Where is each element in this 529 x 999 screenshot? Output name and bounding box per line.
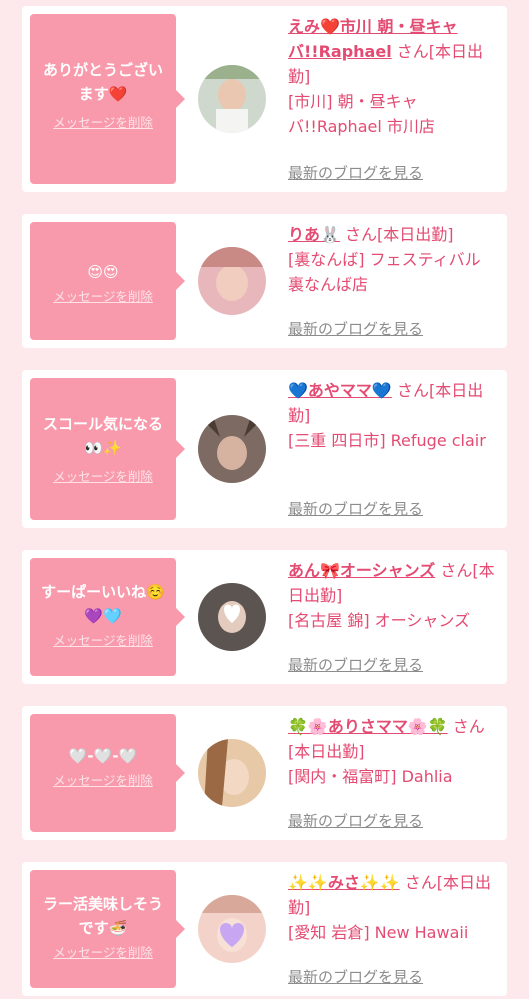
cast-title: 🍀🌸ありさママ🌸🍀 さん[本日出勤] [288, 714, 496, 764]
message-bubble: スコール気になる👀✨ メッセージを削除 [30, 378, 185, 520]
latest-blog-link[interactable]: 最新のブログを見る [288, 966, 423, 987]
message-card: ラー活美味しそうです🍜 メッセージを削除 ✨✨みさ✨✨ さん[本日出勤] [愛知… [22, 862, 507, 996]
delete-message-link[interactable]: メッセージを削除 [53, 112, 153, 131]
message-card: 😍😍 メッセージを削除 りあ🐰 さん[本日出勤] [裏なんば] フェスティバル … [22, 214, 507, 348]
cast-title: りあ🐰 さん[本日出勤] [288, 222, 496, 247]
cast-title: ✨✨みさ✨✨ さん[本日出勤] [288, 870, 496, 920]
cast-title: えみ❤️市川 朝・昼キャバ!!Raphael さん[本日出勤] [288, 14, 496, 89]
message-text: ラー活美味しそうです🍜 [42, 895, 163, 937]
avatar[interactable] [198, 739, 266, 807]
cast-name-link[interactable]: 💙あやママ💙 [288, 381, 392, 400]
delete-message-link[interactable]: メッセージを削除 [53, 942, 153, 961]
delete-message-link[interactable]: メッセージを削除 [53, 466, 153, 485]
latest-blog-link[interactable]: 最新のブログを見る [288, 810, 423, 831]
message-text: すーぱーいいね☺️💜🩵 [41, 583, 165, 625]
avatar[interactable] [198, 583, 266, 651]
cast-info: りあ🐰 さん[本日出勤] [裏なんば] フェスティバル 裏なんば店 [288, 222, 496, 297]
cast-status: さん[本日出勤] [345, 225, 454, 244]
shop-name: [愛知 岩倉] New Hawaii [288, 923, 469, 942]
avatar[interactable] [198, 895, 266, 963]
delete-message-link[interactable]: メッセージを削除 [53, 630, 153, 649]
message-card: スコール気になる👀✨ メッセージを削除 💙あやママ💙 さん[本日出勤] [三重 … [22, 370, 507, 528]
cast-title: 💙あやママ💙 さん[本日出勤] [288, 378, 496, 428]
delete-message-link[interactable]: メッセージを削除 [53, 770, 153, 789]
message-text: 🤍-🤍-🤍 [68, 747, 138, 765]
cast-info: 🍀🌸ありさママ🌸🍀 さん[本日出勤] [関内・福富町] Dahlia [288, 714, 496, 789]
shop-name: [裏なんば] フェスティバル 裏なんば店 [288, 250, 481, 294]
shop-name: [三重 四日市] Refuge clair [288, 431, 486, 450]
message-bubble: すーぱーいいね☺️💜🩵 メッセージを削除 [30, 558, 185, 676]
message-text: スコール気になる👀✨ [42, 415, 163, 457]
message-card: ありがとうございます❤️ メッセージを削除 えみ❤️市川 朝・昼キャバ!!Rap… [22, 6, 507, 192]
cast-info: ✨✨みさ✨✨ さん[本日出勤] [愛知 岩倉] New Hawaii [288, 870, 496, 945]
avatar[interactable] [198, 65, 266, 133]
shop-name: [名古屋 錦] オーシャンズ [288, 611, 471, 630]
shop-name: [市川] 朝・昼キャバ!!Raphael 市川店 [288, 92, 435, 136]
message-list: ありがとうございます❤️ メッセージを削除 えみ❤️市川 朝・昼キャバ!!Rap… [0, 0, 529, 999]
delete-message-link[interactable]: メッセージを削除 [53, 286, 153, 305]
cast-info: あん🎀オーシャンズ さん[本日出勤] [名古屋 錦] オーシャンズ [288, 558, 496, 633]
latest-blog-link[interactable]: 最新のブログを見る [288, 162, 423, 183]
avatar[interactable] [198, 415, 266, 483]
message-bubble: 🤍-🤍-🤍 メッセージを削除 [30, 714, 185, 832]
cast-title: あん🎀オーシャンズ さん[本日出勤] [288, 558, 496, 608]
latest-blog-link[interactable]: 最新のブログを見る [288, 498, 423, 519]
message-card: 🤍-🤍-🤍 メッセージを削除 🍀🌸ありさママ🌸🍀 さん[本日出勤] [関内・福富… [22, 706, 507, 840]
message-bubble: 😍😍 メッセージを削除 [30, 222, 185, 340]
message-text: ありがとうございます❤️ [42, 61, 163, 103]
message-card: すーぱーいいね☺️💜🩵 メッセージを削除 あん🎀オーシャンズ さん[本日出勤] … [22, 550, 507, 684]
latest-blog-link[interactable]: 最新のブログを見る [288, 318, 423, 339]
shop-name: [関内・福富町] Dahlia [288, 767, 453, 786]
message-text: 😍😍 [87, 263, 119, 281]
message-bubble: ラー活美味しそうです🍜 メッセージを削除 [30, 870, 185, 988]
message-bubble: ありがとうございます❤️ メッセージを削除 [30, 14, 185, 184]
cast-name-link[interactable]: りあ🐰 [288, 225, 340, 244]
latest-blog-link[interactable]: 最新のブログを見る [288, 654, 423, 675]
cast-name-link[interactable]: あん🎀オーシャンズ [288, 561, 435, 580]
cast-name-link[interactable]: ✨✨みさ✨✨ [288, 873, 400, 892]
avatar[interactable] [198, 247, 266, 315]
cast-name-link[interactable]: 🍀🌸ありさママ🌸🍀 [288, 717, 448, 736]
cast-info: 💙あやママ💙 さん[本日出勤] [三重 四日市] Refuge clair [288, 378, 496, 453]
cast-info: えみ❤️市川 朝・昼キャバ!!Raphael さん[本日出勤] [市川] 朝・昼… [288, 14, 496, 139]
